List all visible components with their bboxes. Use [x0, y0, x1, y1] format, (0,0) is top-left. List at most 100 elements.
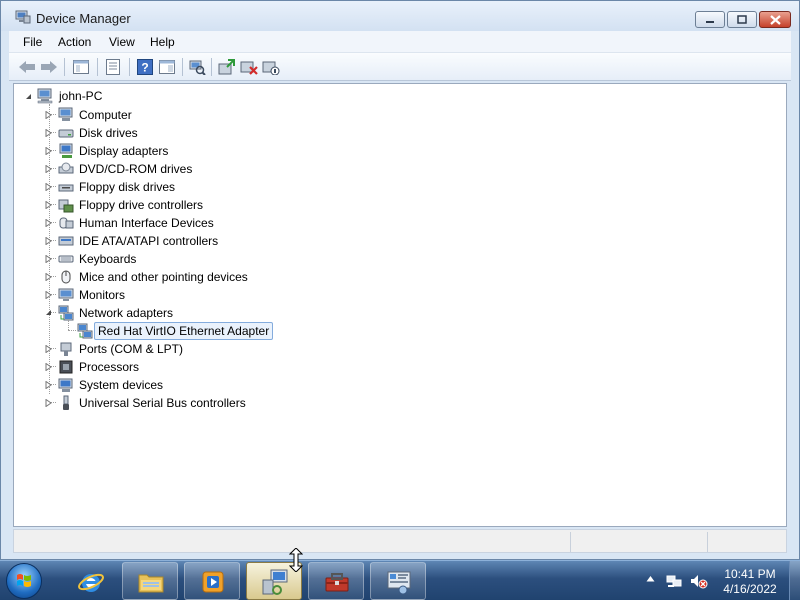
forward-button[interactable]	[39, 57, 59, 77]
svg-text:?: ?	[141, 61, 148, 75]
update-driver-icon	[218, 59, 235, 75]
menu-action[interactable]: Action	[58, 35, 91, 49]
uninstall-button[interactable]	[239, 57, 259, 77]
properties-button[interactable]	[103, 57, 123, 77]
device-category-item[interactable]: Floppy drive controllers	[76, 197, 206, 213]
minimize-icon	[706, 20, 714, 23]
update-driver-button[interactable]	[217, 57, 237, 77]
expand-toggle[interactable]	[44, 272, 53, 281]
expand-arrow-icon	[45, 164, 52, 173]
computer-icon	[58, 107, 73, 121]
expand-arrow-icon	[45, 290, 52, 299]
device-item-selected[interactable]: Red Hat VirtIO Ethernet Adapter	[94, 322, 274, 340]
network-adapter-icon	[77, 323, 93, 339]
device-category-item[interactable]: Human Interface Devices	[76, 215, 217, 231]
root-collapse-toggle[interactable]	[24, 92, 33, 101]
disable-device-button[interactable]	[261, 57, 281, 77]
expand-arrow-icon	[45, 236, 52, 245]
control-panel-icon	[387, 571, 411, 595]
expand-arrow-icon	[45, 110, 52, 119]
menu-help[interactable]: Help	[150, 35, 175, 49]
device-category-item[interactable]: IDE ATA/ATAPI controllers	[76, 233, 221, 249]
expand-arrow-icon	[45, 398, 52, 407]
device-category-item[interactable]: Display adapters	[76, 143, 171, 159]
device-category-item[interactable]: Mice and other pointing devices	[76, 269, 251, 285]
taskbar-internet-explorer[interactable]	[62, 562, 118, 600]
show-hide-tree-button[interactable]	[71, 57, 91, 77]
device-category-item[interactable]: Floppy disk drives	[76, 179, 178, 195]
system-clock[interactable]: 10:41 PM 4/16/2022	[716, 567, 784, 597]
expand-toggle[interactable]	[44, 128, 53, 137]
device-manager-icon	[262, 569, 288, 595]
scan-hardware-button[interactable]	[187, 57, 207, 77]
resize-cursor-icon	[289, 548, 303, 572]
show-desktop-button[interactable]	[789, 561, 800, 600]
windows-logo-icon	[17, 574, 31, 587]
device-category-item[interactable]: Keyboards	[76, 251, 139, 267]
action-pane-button[interactable]	[157, 57, 177, 77]
toolbox-icon	[325, 573, 349, 592]
expand-toggle[interactable]	[44, 362, 53, 371]
expand-toggle[interactable]	[44, 200, 53, 209]
menu-file[interactable]: File	[23, 35, 42, 49]
volume-muted-icon[interactable]	[690, 573, 708, 589]
device-category-item[interactable]: Disk drives	[76, 125, 141, 141]
taskbar-control-panel[interactable]	[370, 562, 426, 600]
expand-toggle[interactable]	[44, 182, 53, 191]
device-tree[interactable]: john-PC Computer Disk drives Display adapt…	[13, 83, 787, 527]
device-manager-icon	[15, 10, 31, 24]
mouse-icon	[61, 270, 71, 284]
taskbar-windows-explorer[interactable]	[122, 562, 178, 600]
expand-arrow-icon	[45, 380, 52, 389]
display-adapter-icon	[59, 143, 73, 158]
help-button[interactable]: ?	[135, 57, 155, 77]
root-computer-name[interactable]: john-PC	[56, 88, 105, 104]
windows-explorer-icon	[138, 574, 164, 593]
floppy-controller-icon	[58, 199, 74, 213]
back-button[interactable]	[17, 57, 37, 77]
device-category-item[interactable]: Processors	[76, 359, 142, 375]
device-category-item[interactable]: System devices	[76, 377, 166, 393]
taskbar-toolbox[interactable]	[308, 562, 364, 600]
expand-toggle[interactable]	[44, 344, 53, 353]
floppy-drive-icon	[58, 184, 74, 192]
device-category-item[interactable]: Network adapters	[76, 305, 176, 321]
expand-toggle[interactable]	[44, 146, 53, 155]
expand-toggle[interactable]	[44, 254, 53, 263]
expand-toggle[interactable]	[44, 380, 53, 389]
expand-toggle[interactable]	[44, 218, 53, 227]
menu-view[interactable]: View	[109, 35, 135, 49]
expand-arrow-icon	[45, 128, 52, 137]
device-category-item[interactable]: DVD/CD-ROM drives	[76, 161, 195, 177]
port-icon	[60, 342, 72, 356]
expand-arrow-icon	[45, 272, 52, 281]
disable-device-icon	[262, 61, 280, 75]
internet-explorer-icon	[78, 573, 104, 592]
network-icon[interactable]	[666, 573, 684, 589]
device-category-item[interactable]: Ports (COM & LPT)	[76, 341, 186, 357]
taskbar-media-player[interactable]	[184, 562, 240, 600]
expand-toggle[interactable]	[44, 164, 53, 173]
uninstall-icon	[240, 61, 258, 75]
processor-icon	[59, 360, 73, 374]
maximize-button[interactable]	[727, 11, 757, 28]
device-category-item[interactable]: Universal Serial Bus controllers	[76, 395, 249, 411]
expand-toggle[interactable]	[44, 398, 53, 407]
collapse-toggle[interactable]	[44, 308, 53, 317]
title-bar[interactable]: Device Manager	[1, 1, 799, 31]
ide-controller-icon	[58, 236, 74, 246]
expand-toggle[interactable]	[44, 290, 53, 299]
expand-arrow-icon	[45, 146, 52, 155]
collapse-arrow-icon	[26, 94, 31, 99]
expand-toggle[interactable]	[44, 110, 53, 119]
show-hidden-icons-icon[interactable]	[646, 575, 655, 582]
start-button[interactable]	[6, 563, 42, 599]
device-category-item[interactable]: Monitors	[76, 287, 128, 303]
device-manager-window: Device Manager File Action View Help ? j…	[0, 0, 800, 560]
hid-icon	[59, 217, 74, 229]
expand-arrow-icon	[45, 218, 52, 227]
close-button[interactable]	[759, 11, 791, 28]
expand-toggle[interactable]	[44, 236, 53, 245]
minimize-button[interactable]	[695, 11, 725, 28]
device-category-item[interactable]: Computer	[76, 107, 135, 123]
